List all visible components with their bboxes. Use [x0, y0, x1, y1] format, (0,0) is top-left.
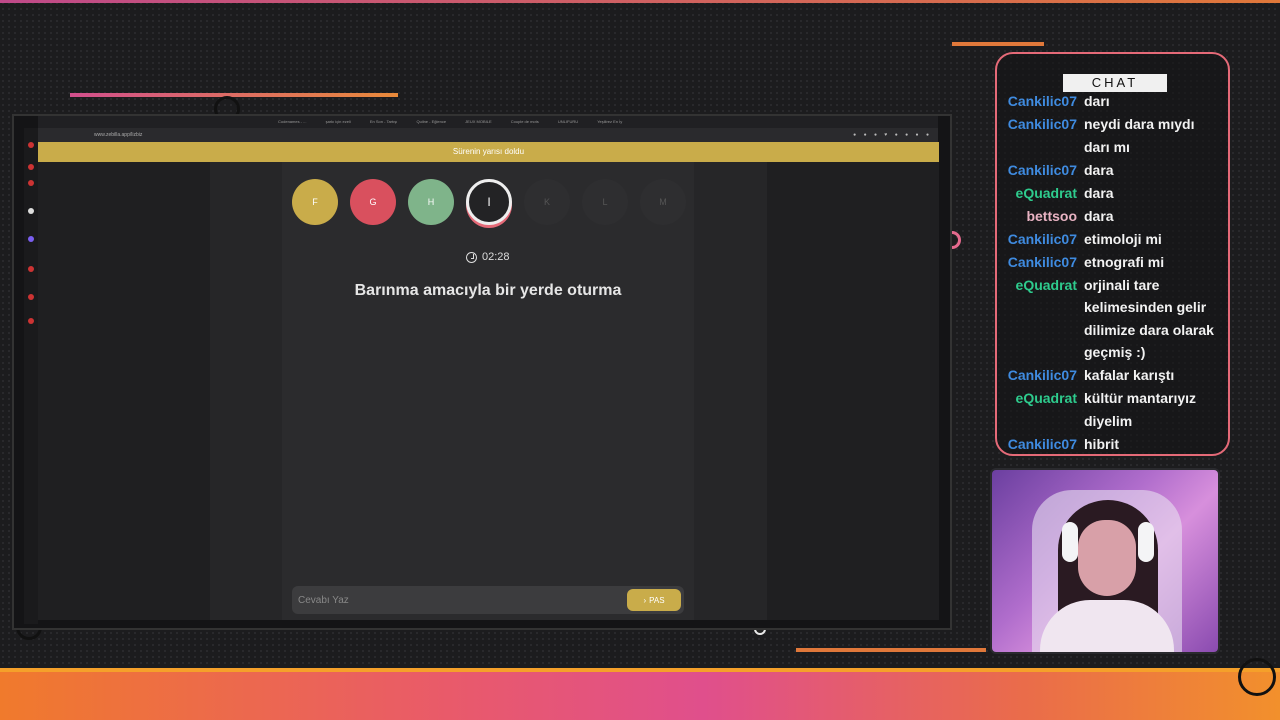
top-accent-strip [0, 0, 1280, 3]
sidebar-icon[interactable] [28, 266, 34, 272]
letter-circle: F [292, 179, 338, 225]
question-text: Barınma amacıyla bir yerde oturma [354, 282, 622, 299]
browser-tab[interactable]: JEUX MOBILE [465, 116, 491, 128]
browser-sidebar [24, 128, 38, 624]
time-warning-banner: Sürenin yarısı doldu [38, 142, 939, 162]
chat-message: Cankilic07 etnografi mi [997, 251, 1228, 274]
chat-message-text: darı [1084, 93, 1110, 109]
browser-tab[interactable]: Couple de mots [511, 116, 539, 128]
letter-circle: H [408, 179, 454, 225]
browser-tab[interactable]: Codenames - ... [278, 116, 306, 128]
chat-username[interactable]: Cankilic07 [997, 113, 1084, 158]
pass-label: PAS [649, 595, 665, 605]
chat-message-text: dara [1084, 207, 1114, 224]
timer-value: 02:28 [482, 251, 510, 263]
letter-circle: L [582, 179, 628, 225]
chat-username[interactable]: Cankilic07 [997, 90, 1084, 113]
browser-tab[interactable]: şarkı için ezeli [326, 116, 351, 128]
chat-message-text: kültür mantarıyız diyelim [1084, 390, 1197, 429]
chat-message: Cankilic07 dara [997, 159, 1228, 182]
letter-circle: I [466, 179, 512, 225]
chat-message-text: etnografi mi [1084, 253, 1165, 270]
chat-title: CHAT [1063, 74, 1167, 92]
answer-bar: › PAS [292, 586, 684, 614]
chat-message: eQuadrat orjinali tare kelimesinden gelir… [997, 274, 1228, 364]
sidebar-icon[interactable] [28, 142, 34, 148]
clock-icon [466, 251, 477, 263]
chat-message-text: neydi dara mıydı darı mı [1084, 116, 1195, 155]
chat-username[interactable]: Cankilic07 [997, 364, 1084, 387]
letter-circle: K [524, 179, 570, 225]
sidebar-icon[interactable] [28, 180, 34, 186]
webcam-feed [990, 468, 1220, 654]
chat-message-text: etimoloji mi [1084, 230, 1162, 247]
letter-progress: FGHIKLM [292, 179, 686, 225]
countdown-timer: 02:28 [466, 251, 510, 263]
decorative-line [952, 42, 1044, 46]
chat-message-list[interactable]: Cankilic07 darı Cankilic07 neydi dara mıydı… [997, 90, 1228, 455]
sidebar-icon[interactable] [28, 294, 34, 300]
headphone-icon [1138, 522, 1154, 562]
browser-tab[interactable]: Yeşilirez En İy [597, 116, 622, 128]
chat-username[interactable]: eQuadrat [997, 387, 1084, 432]
chat-username[interactable]: eQuadrat [997, 182, 1084, 205]
chat-username[interactable]: Cankilic07 [997, 228, 1084, 251]
chat-username[interactable]: eQuadrat [997, 274, 1084, 364]
chat-message-text: hibrit [1084, 435, 1119, 452]
chat-message-text: dara [1084, 184, 1114, 201]
decorative-ring [1238, 658, 1276, 696]
chevron-right-icon: › [643, 595, 647, 605]
browser-tab[interactable]: En Son - Tartışı [370, 116, 398, 128]
chat-panel: CHAT Cankilic07 darı Cankilic07 neydi dara … [995, 52, 1230, 456]
game-card [282, 162, 694, 620]
chat-message: Cankilic07 darı [997, 90, 1228, 113]
address-bar[interactable]: www.zebilla.app/lizbiz ● ● ● ♥ ● ● ● ● [38, 128, 938, 142]
browser-tab-bar: Codenames - ... şarkı için ezeli En Son … [38, 116, 938, 128]
sidebar-icon[interactable] [28, 236, 34, 242]
decorative-line [796, 648, 986, 652]
chat-message: Cankilic07 kafalar karıştı [997, 364, 1228, 387]
chat-message: Cankilic07 hibrit [997, 433, 1228, 455]
pass-button[interactable]: › PAS [627, 589, 681, 611]
letter-circle: G [350, 179, 396, 225]
url-text[interactable]: www.zebilla.app/lizbiz [94, 132, 142, 138]
chat-username[interactable]: Cankilic07 [997, 433, 1084, 455]
chat-username[interactable]: bettsoo [997, 205, 1084, 228]
chat-message-text: orjinali tare kelimesinden gelir dilimiz… [1084, 276, 1214, 361]
chat-message-text: dara [1084, 161, 1114, 178]
bottom-gradient-bar [0, 668, 1280, 720]
sidebar-icon[interactable] [28, 164, 34, 170]
chat-username[interactable]: Cankilic07 [997, 251, 1084, 274]
answer-input[interactable] [298, 590, 618, 610]
extension-icons[interactable]: ● ● ● ♥ ● ● ● ● [853, 128, 932, 142]
chat-message: Cankilic07 neydi dara mıydı darı mı [997, 113, 1228, 158]
chat-username[interactable]: Cankilic07 [997, 159, 1084, 182]
browser-tab[interactable]: UNLIFURU [558, 116, 578, 128]
chat-message-text: kafalar karıştı [1084, 367, 1175, 383]
chat-message: eQuadrat dara [997, 182, 1228, 205]
headphone-icon [1062, 522, 1078, 562]
letter-circle: M [640, 179, 686, 225]
sidebar-icon[interactable] [28, 318, 34, 324]
chat-message: Cankilic07 etimoloji mi [997, 228, 1228, 251]
chat-message: bettsoo dara [997, 205, 1228, 228]
webcam-person-face [1078, 520, 1136, 596]
browser-tab[interactable]: Quilne - Eğlence [416, 116, 446, 128]
chat-message: eQuadrat kültür mantarıyız diyelim [997, 387, 1228, 432]
sidebar-icon[interactable] [28, 208, 34, 214]
decorative-line [70, 93, 398, 97]
